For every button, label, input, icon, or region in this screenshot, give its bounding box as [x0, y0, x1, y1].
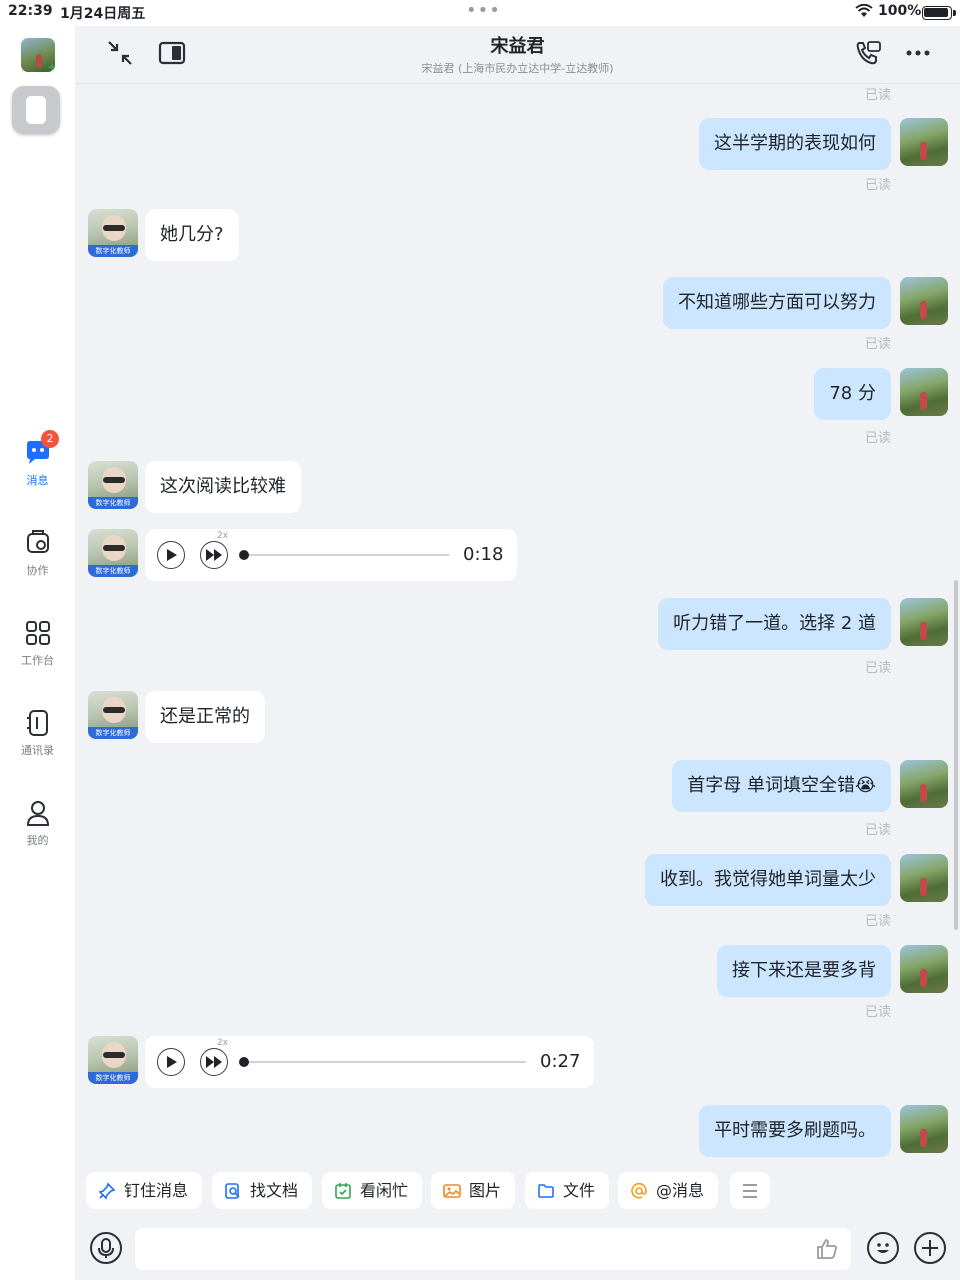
message-bubble[interactable]: 这半学期的表现如何	[699, 118, 891, 170]
contact-avatar[interactable]: 数字化教师	[88, 691, 138, 739]
scrollbar[interactable]	[954, 580, 958, 930]
read-receipt: 已读	[864, 914, 891, 929]
more-options-icon[interactable]	[903, 38, 933, 68]
my-avatar[interactable]	[900, 118, 948, 166]
voice-progress-handle[interactable]	[239, 1057, 249, 1067]
add-attachment-icon[interactable]	[914, 1232, 946, 1264]
message-bubble[interactable]: 还是正常的	[145, 691, 265, 743]
contacts-icon	[26, 710, 48, 736]
message-input[interactable]	[135, 1228, 851, 1270]
battery-percent: 100%	[878, 3, 922, 19]
read-receipt: 已读	[864, 823, 891, 838]
sidebar-item-contacts[interactable]: 通讯录	[0, 708, 75, 778]
message-bubble[interactable]: 78 分	[814, 368, 891, 420]
message-list[interactable]: 已读 这半学期的表现如何 已读 数字化教师 她几分? 不知道哪些方面可以努力 已…	[75, 84, 960, 1160]
document-search-icon	[225, 1183, 240, 1199]
app-switcher-tile[interactable]	[12, 86, 60, 134]
voice-message[interactable]: 2x 0:27	[145, 1036, 594, 1088]
sidebar-item-label: 消息	[26, 474, 49, 487]
composer	[75, 1220, 960, 1280]
message-bubble[interactable]: 平时需要多刷题吗。	[699, 1105, 891, 1157]
person-icon	[26, 801, 49, 826]
voice-progress-track[interactable]	[243, 554, 449, 556]
collaboration-icon	[26, 530, 49, 553]
mentions-button[interactable]: @消息	[618, 1172, 719, 1209]
check-availability-button[interactable]: 看闲忙	[322, 1172, 423, 1209]
my-avatar[interactable]	[900, 1105, 948, 1153]
my-avatar[interactable]	[900, 368, 948, 416]
images-button[interactable]: 图片	[431, 1172, 516, 1209]
sidebar-item-me[interactable]: 我的	[0, 798, 75, 868]
chat-title[interactable]: 宋益君	[75, 32, 960, 58]
status-date: 1月24日周五	[60, 6, 146, 22]
voice-progress-track[interactable]	[243, 1061, 526, 1063]
sidebar: + 2 消息 协作 工作台 通讯录 我的	[0, 26, 75, 1280]
folder-icon	[538, 1184, 554, 1198]
playback-speed: 2x	[217, 1038, 229, 1048]
wifi-icon	[855, 4, 873, 17]
read-receipt: 已读	[864, 1005, 891, 1020]
read-receipt: 已读	[864, 88, 891, 103]
contact-avatar[interactable]: 数字化教师	[88, 529, 138, 577]
play-icon[interactable]	[157, 541, 185, 569]
chat-subtitle: 宋益君 (上海市民办立达中学-立达教师)	[421, 62, 614, 75]
pin-icon	[98, 1182, 116, 1200]
message-bubble[interactable]: 不知道哪些方面可以努力	[663, 277, 891, 329]
contact-avatar[interactable]: 数字化教师	[88, 461, 138, 509]
message-bubble[interactable]: 接下来还是要多背	[717, 945, 891, 997]
my-avatar[interactable]: +	[21, 38, 55, 72]
unread-badge: 2	[41, 430, 59, 448]
voice-progress-handle[interactable]	[239, 550, 249, 560]
voice-duration: 0:27	[540, 1051, 581, 1072]
voice-message[interactable]: 2x 0:18	[145, 529, 517, 581]
message-bubble[interactable]: 听力错了一道。选择 2 道	[658, 598, 891, 650]
fast-forward-icon[interactable]	[200, 1048, 228, 1076]
message-bubble[interactable]: 首字母 单词填空全错😭	[672, 760, 891, 812]
playback-speed: 2x	[217, 531, 229, 541]
message-bubble[interactable]: 这次阅读比较难	[145, 461, 301, 513]
sidebar-item-collab[interactable]: 协作	[0, 528, 75, 598]
sidebar-item-label: 通讯录	[21, 744, 54, 757]
status-time: 22:39	[8, 3, 53, 19]
sidebar-item-label: 工作台	[21, 654, 54, 667]
quick-action-bar: 钉住消息 找文档 看闲忙 图片 文件 @消息	[75, 1160, 960, 1220]
contact-avatar[interactable]: 数字化教师	[88, 1036, 138, 1084]
read-receipt: 已读	[864, 178, 891, 193]
message-bubble[interactable]: 收到。我觉得她单词量太少	[645, 854, 891, 906]
thumbs-up-icon[interactable]	[815, 1237, 839, 1261]
emoji-icon[interactable]	[867, 1232, 899, 1264]
sidebar-item-messages[interactable]: 2 消息	[0, 430, 75, 508]
at-icon	[631, 1182, 647, 1199]
sidebar-item-label: 协作	[26, 564, 49, 577]
image-icon	[443, 1184, 461, 1198]
contact-avatar[interactable]: 数字化教师	[88, 209, 138, 257]
my-avatar[interactable]	[900, 945, 948, 993]
message-bubble[interactable]: 她几分?	[145, 209, 239, 261]
read-receipt: 已读	[864, 661, 891, 676]
my-avatar[interactable]	[900, 598, 948, 646]
my-avatar[interactable]	[900, 854, 948, 902]
find-docs-button[interactable]: 找文档	[212, 1172, 313, 1209]
read-receipt: 已读	[864, 431, 891, 446]
sidebar-item-label: 我的	[26, 834, 49, 847]
play-icon[interactable]	[157, 1048, 185, 1076]
read-receipt: 已读	[864, 337, 891, 352]
microphone-icon[interactable]	[90, 1232, 122, 1264]
fast-forward-icon[interactable]	[200, 541, 228, 569]
files-button[interactable]: 文件	[525, 1172, 610, 1209]
my-avatar[interactable]	[900, 760, 948, 808]
more-actions-button[interactable]	[730, 1172, 770, 1209]
status-bar: 22:39 1月24日周五 ••• 100%	[0, 0, 960, 26]
sidebar-item-workbench[interactable]: 工作台	[0, 618, 75, 688]
phone-call-icon[interactable]	[853, 38, 883, 68]
chat-header: 宋益君 宋益君 (上海市民办立达中学-立达教师)	[75, 26, 960, 84]
calendar-check-icon	[335, 1183, 351, 1199]
battery-icon	[922, 6, 952, 20]
voice-duration: 0:18	[463, 544, 504, 565]
multitask-dots[interactable]: •••	[466, 0, 501, 21]
my-avatar[interactable]	[900, 277, 948, 325]
pin-message-button[interactable]: 钉住消息	[86, 1172, 203, 1209]
grid-icon	[25, 621, 50, 645]
